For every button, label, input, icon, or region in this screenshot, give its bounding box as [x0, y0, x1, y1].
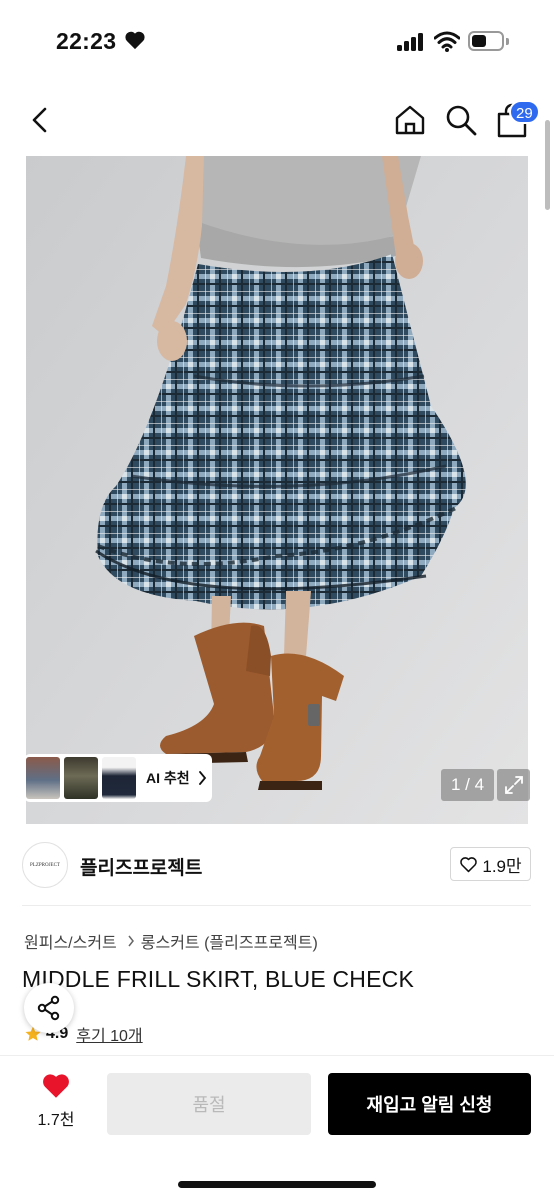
brand-like-button[interactable]: 1.9만 [450, 847, 531, 881]
cart-count-badge: 29 [509, 100, 540, 124]
home-indicator [178, 1181, 376, 1188]
chevron-right-icon [198, 771, 206, 785]
status-time: 22:23 [56, 28, 117, 54]
battery-icon [468, 31, 504, 51]
recommend-thumbnail[interactable] [26, 757, 60, 799]
top-nav [0, 90, 554, 150]
expand-icon [504, 776, 523, 794]
recommend-thumbnail[interactable] [64, 757, 98, 799]
product-image[interactable] [26, 156, 528, 824]
share-icon [37, 995, 60, 1021]
product-detail-page: 22:23 29 AI 추천 1 / 4 PLZPROJECT 플리즈프로젝트 … [0, 0, 554, 1200]
ai-recommend-label: AI 추천 [146, 770, 190, 786]
image-page-indicator: 1 / 4 [441, 769, 494, 801]
expand-button[interactable] [497, 769, 530, 801]
scrollbar[interactable] [545, 120, 550, 210]
chevron-right-icon [128, 935, 134, 947]
soldout-button: 품절 [107, 1073, 311, 1135]
battery-tip [506, 38, 509, 45]
back-arrow-icon[interactable] [24, 104, 56, 136]
heart-icon [125, 31, 145, 50]
breadcrumb-category[interactable]: 원피스/스커트 [24, 929, 117, 953]
recommend-thumbnail[interactable] [102, 757, 136, 799]
search-icon[interactable] [443, 102, 479, 138]
share-button[interactable] [24, 983, 74, 1033]
status-bar: 22:23 [0, 0, 554, 84]
heart-outline-icon [460, 856, 478, 872]
brand-logo[interactable]: PLZPROJECT [22, 842, 68, 888]
divider [22, 905, 531, 906]
heart-icon [43, 1074, 69, 1098]
review-count-link[interactable]: 후기 10개 [76, 1022, 142, 1046]
product-title: MIDDLE FRILL SKIRT, BLUE CHECK [22, 966, 414, 992]
wish-button[interactable]: 1.7천 [26, 1072, 86, 1130]
wish-count: 1.7천 [37, 1112, 75, 1129]
wifi-icon [434, 31, 460, 52]
home-icon[interactable] [392, 102, 428, 138]
ai-recommend-panel[interactable]: AI 추천 [24, 754, 212, 802]
restock-alert-button[interactable]: 재입고 알림 신청 [328, 1073, 531, 1135]
brand-name[interactable]: 플리즈프로젝트 [80, 853, 202, 880]
breadcrumb: 원피스/스커트 롱스커트 (플리즈프로젝트) [24, 929, 318, 953]
brand-like-count: 1.9만 [482, 856, 522, 876]
signal-icon [397, 33, 425, 51]
breadcrumb-subcategory[interactable]: 롱스커트 (플리즈프로젝트) [141, 929, 318, 953]
